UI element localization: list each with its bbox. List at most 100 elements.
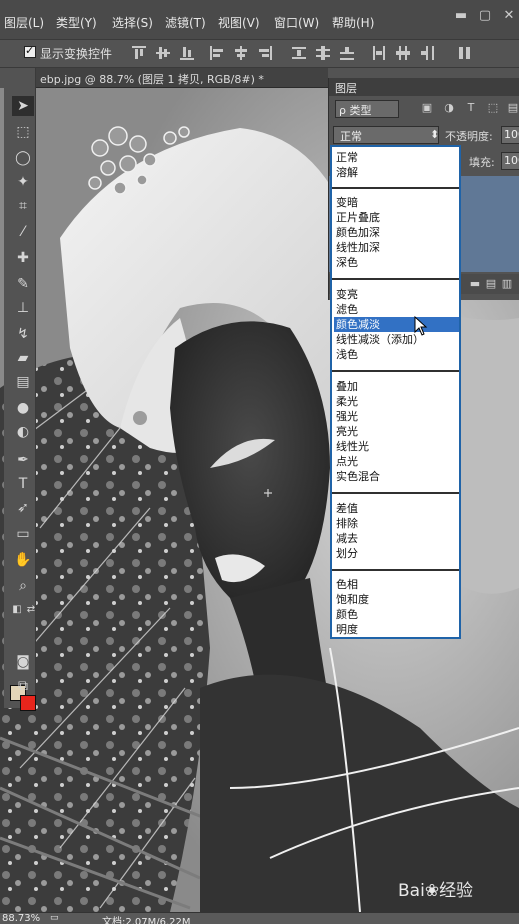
status-menu-icon[interactable]: ▭ — [50, 913, 59, 923]
eraser-tool-icon[interactable]: ▰ — [12, 348, 34, 368]
blend-option[interactable]: 线性加深 — [334, 240, 459, 255]
layers-tab-label: 图层 — [335, 82, 357, 95]
menu-window[interactable]: 窗口(W) — [274, 14, 319, 31]
menu-help[interactable]: 帮助(H) — [332, 14, 374, 31]
distribute-bottom-icon[interactable] — [340, 46, 354, 60]
align-left-icon[interactable] — [210, 46, 224, 60]
blend-option[interactable]: 划分 — [334, 546, 459, 561]
pixel-filter-icon[interactable]: ▣ — [421, 102, 433, 114]
minimize-icon[interactable]: ▬ — [448, 6, 474, 26]
blend-option[interactable]: 线性减淡（添加） — [334, 332, 459, 347]
baidu-watermark: Bai❀经验 — [398, 876, 473, 901]
blend-option[interactable]: 色相 — [334, 577, 459, 592]
menu-separator — [332, 187, 459, 189]
blend-option[interactable]: 滤色 — [334, 302, 459, 317]
adjustment-filter-icon[interactable]: ◑ — [443, 102, 455, 114]
layer-filter-select[interactable]: ρ 类型 — [335, 100, 399, 118]
blend-option[interactable]: 明度 — [334, 622, 459, 637]
align-top-icon[interactable] — [132, 46, 146, 60]
hand-tool-icon[interactable]: ✋ — [12, 550, 34, 570]
distribute-vcenter-icon[interactable] — [316, 46, 330, 60]
align-vcenter-icon[interactable] — [156, 46, 170, 60]
distribute-left-icon[interactable] — [372, 46, 386, 60]
dodge-tool-icon[interactable]: ◐ — [12, 422, 34, 442]
new-group-icon[interactable]: ▬ — [469, 278, 481, 290]
rectangle-tool-icon[interactable]: ▭ — [12, 524, 34, 544]
menu-filter[interactable]: 滤镜(T) — [165, 14, 206, 31]
background-color-swatch[interactable] — [20, 695, 36, 711]
clone-stamp-tool-icon[interactable]: ⊥ — [12, 298, 34, 318]
blend-option[interactable]: 线性光 — [334, 439, 459, 454]
mouse-cursor-icon — [414, 316, 428, 336]
brush-tool-icon[interactable]: ✎ — [12, 274, 34, 294]
screen-mode-icon[interactable]: ⧉ — [12, 676, 34, 696]
menu-bar: 图层(L) 类型(Y) 选择(S) 滤镜(T) 视图(V) 窗口(W) 帮助(H… — [0, 0, 519, 40]
lasso-tool-icon[interactable]: ◯ — [12, 148, 34, 168]
history-brush-tool-icon[interactable]: ↯ — [12, 324, 34, 344]
document-tab[interactable]: ebp.jpg @ 88.7% (图层 1 拷贝, RGB/8#) * — [36, 68, 328, 88]
tools-panel: ➤ ⬚ ◯ ✦ ⌗ ⁄ ✚ ✎ ⊥ ↯ ▰ ▤ ● ◐ ✒ T ➶ ▭ ✋ ⌕ … — [4, 68, 36, 711]
blend-option[interactable]: 颜色加深 — [334, 225, 459, 240]
blend-option[interactable]: 颜色 — [334, 607, 459, 622]
blur-tool-icon[interactable]: ● — [12, 398, 34, 418]
move-tool-icon[interactable]: ➤ — [12, 96, 34, 116]
eyedropper-tool-icon[interactable]: ⁄ — [12, 222, 34, 242]
blend-option[interactable]: 正常 — [334, 150, 459, 165]
blend-option[interactable]: 点光 — [334, 454, 459, 469]
delete-layer-icon[interactable]: ▥ — [501, 278, 513, 290]
blend-option-highlighted[interactable]: 颜色减淡 — [334, 317, 459, 332]
zoom-tool-icon[interactable]: ⌕ — [12, 576, 34, 596]
menu-layer[interactable]: 图层(L) — [4, 14, 44, 31]
blend-option[interactable]: 变暗 — [334, 195, 459, 210]
align-right-icon[interactable] — [258, 46, 272, 60]
smart-object-filter-icon[interactable]: ▤ — [507, 102, 519, 114]
fill-input[interactable]: 100 — [501, 152, 519, 170]
auto-align-icon[interactable] — [458, 46, 472, 60]
blend-option[interactable]: 变亮 — [334, 287, 459, 302]
menu-separator — [332, 370, 459, 372]
healing-brush-tool-icon[interactable]: ✚ — [12, 248, 34, 268]
close-icon[interactable]: ✕ — [496, 6, 519, 26]
align-bottom-icon[interactable] — [180, 46, 194, 60]
show-transform-checkbox[interactable] — [24, 44, 36, 58]
blend-mode-select[interactable]: 正常 ⬍ — [333, 126, 439, 144]
blend-option[interactable]: 实色混合 — [334, 469, 459, 484]
maximize-icon[interactable]: ▢ — [472, 6, 498, 26]
pen-tool-icon[interactable]: ✒ — [12, 450, 34, 470]
crop-tool-icon[interactable]: ⌗ — [12, 196, 34, 216]
blend-option[interactable]: 饱和度 — [334, 592, 459, 607]
zoom-level[interactable]: 88.73% — [2, 913, 40, 924]
path-selection-tool-icon[interactable]: ➶ — [12, 498, 34, 518]
new-layer-icon[interactable]: ▤ — [485, 278, 497, 290]
blend-option[interactable]: 减去 — [334, 531, 459, 546]
document-title: ebp.jpg @ 88.7% (图层 1 拷贝, RGB/8#) * — [40, 73, 264, 86]
blend-option[interactable]: 亮光 — [334, 424, 459, 439]
swap-colors-icon[interactable]: ⇄ — [20, 600, 42, 620]
blend-option[interactable]: 排除 — [334, 516, 459, 531]
quick-mask-icon[interactable]: ◙ — [12, 652, 34, 672]
type-tool-icon[interactable]: T — [12, 474, 34, 494]
marquee-tool-icon[interactable]: ⬚ — [12, 122, 34, 142]
opacity-input[interactable]: 100 — [501, 126, 519, 144]
shape-filter-icon[interactable]: ⬚ — [487, 102, 499, 114]
blend-option[interactable]: 柔光 — [334, 394, 459, 409]
align-hcenter-icon[interactable] — [234, 46, 248, 60]
magic-wand-tool-icon[interactable]: ✦ — [12, 172, 34, 192]
menu-view[interactable]: 视图(V) — [218, 14, 260, 31]
distribute-hcenter-icon[interactable] — [396, 46, 410, 60]
blend-option[interactable]: 强光 — [334, 409, 459, 424]
type-filter-icon[interactable]: T — [465, 102, 477, 114]
blend-option[interactable]: 浅色 — [334, 347, 459, 362]
blend-option[interactable]: 叠加 — [334, 379, 459, 394]
distribute-right-icon[interactable] — [420, 46, 434, 60]
blend-option[interactable]: 正片叠底 — [334, 210, 459, 225]
watermark-brand: Bai — [398, 881, 425, 901]
layers-tab[interactable]: 图层 — [329, 78, 519, 96]
blend-option[interactable]: 溶解 — [334, 165, 459, 180]
gradient-tool-icon[interactable]: ▤ — [12, 372, 34, 392]
blend-option[interactable]: 差值 — [334, 501, 459, 516]
blend-option[interactable]: 深色 — [334, 255, 459, 270]
menu-type[interactable]: 类型(Y) — [56, 14, 97, 31]
menu-select[interactable]: 选择(S) — [112, 14, 153, 31]
distribute-top-icon[interactable] — [292, 46, 306, 60]
